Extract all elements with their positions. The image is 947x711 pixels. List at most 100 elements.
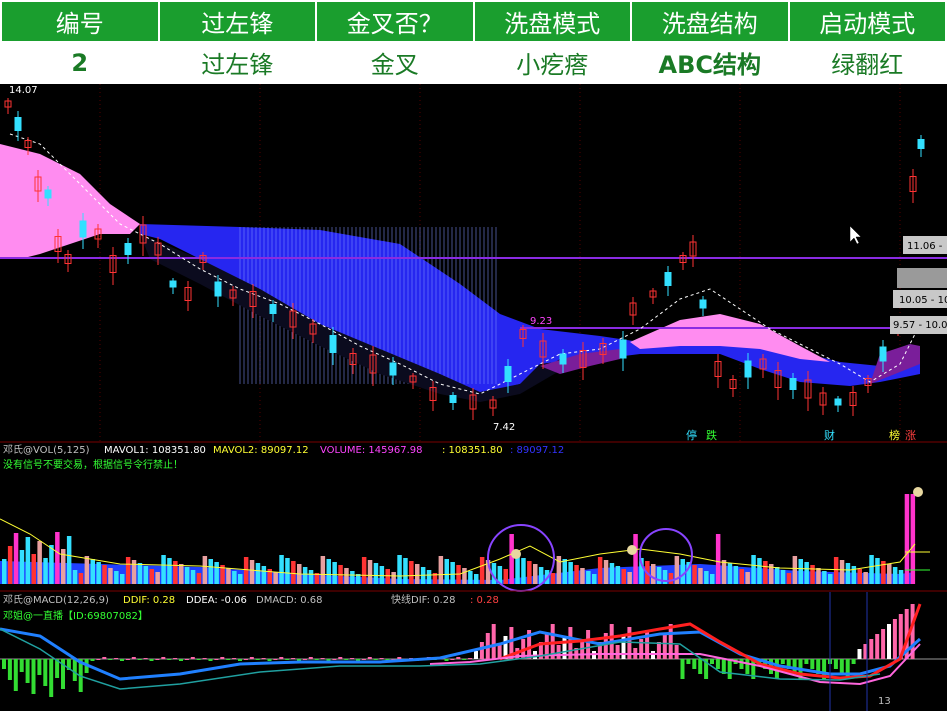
trading-warning: 没有信号不要交易，根据信号令行禁止！: [3, 458, 183, 471]
volume-bar: [515, 555, 520, 584]
macd-bar: [43, 659, 48, 686]
volume-bar: [332, 562, 337, 584]
volume-bar: [533, 564, 538, 584]
volume-bar: [527, 561, 532, 584]
volume-bar: [167, 558, 172, 584]
volume-bar: [898, 570, 904, 584]
macd-bar: [745, 659, 750, 674]
macd-bar: [226, 659, 231, 660]
macd-bar: [202, 658, 207, 659]
volume-bar: [863, 572, 868, 584]
volume-bar: [509, 534, 514, 584]
volume-bar: [774, 567, 780, 584]
volume-bar: [43, 558, 48, 584]
macd-bar: [332, 659, 337, 660]
volume-bar: [108, 568, 113, 584]
volume-bar: [19, 550, 25, 584]
volume-bar: [143, 566, 149, 584]
col-start-mode-value: 绿翻红: [787, 41, 947, 84]
volume-bar: [438, 556, 444, 584]
macd-bar: [881, 629, 886, 659]
volume-bar: [114, 571, 119, 584]
macd-bar: [479, 642, 484, 659]
macd-bar: [102, 657, 107, 659]
macd-bar: [19, 659, 24, 672]
volume-bar: [692, 565, 697, 584]
volume-bar: [196, 573, 202, 584]
macd-panel[interactable]: 邓氏@MACD(12,26,9) DDIF: 0.28 DDEA: -0.06 …: [0, 590, 947, 711]
price-panel[interactable]: 14.07 7.42 9.23 11.06 - 10.05 - 10 9.57 …: [0, 84, 947, 442]
mavol2-label: MAVOL2: 89097.12: [213, 445, 309, 456]
macd-bar: [279, 657, 284, 659]
volume-bar: [72, 570, 78, 584]
volume-bar: [367, 560, 373, 584]
volume-bar: [208, 559, 213, 584]
macd-bar: [857, 649, 862, 659]
price-tag-1: 11.06 -: [907, 241, 943, 252]
volume-bar: [279, 555, 284, 584]
volume-bar: [25, 537, 31, 584]
volume-bar: [603, 560, 609, 584]
volume-bar: [397, 555, 402, 584]
badge-rise: 涨: [905, 429, 916, 442]
volume-bar: [538, 567, 544, 584]
volume-bar: [780, 570, 786, 584]
candle-body: [744, 360, 752, 378]
stock-summary-table: 编号 过左锋 金叉否？ 洗盘模式 洗盘结构 启动模式 2 过左锋 金叉 小疙瘩 …: [0, 0, 947, 84]
summary-value-row: 2 过左锋 金叉 小疙瘩 ABC结构 绿翻红: [0, 41, 947, 84]
macd-bar: [137, 659, 142, 660]
col-pass-left-peak-header: 过左锋: [157, 0, 317, 43]
ddif-label: DDIF: 0.28: [123, 595, 175, 606]
volume-bar: [680, 559, 685, 584]
volume-bar: [580, 568, 585, 584]
volume-bar: [704, 571, 709, 584]
candle-body: [664, 272, 672, 286]
badge-fall: 跌: [706, 428, 717, 442]
macd-bar: [698, 659, 703, 674]
stock-chart[interactable]: 14.07 7.42 9.23 11.06 - 10.05 - 10 9.57 …: [0, 84, 947, 711]
volume-bar: [479, 557, 485, 584]
macd-bar: [7, 659, 12, 680]
dmacd-label: DMACD: 0.68: [256, 595, 323, 606]
volume-bar: [839, 560, 845, 584]
macd-bar: [114, 658, 119, 659]
volume-bar: [627, 572, 632, 584]
volume-bar: [13, 533, 19, 584]
macd-bar: [90, 659, 95, 661]
macd-bar: [497, 645, 502, 659]
macd-bar: [710, 659, 714, 664]
candle-body: [619, 339, 627, 359]
volume-panel[interactable]: 邓氏@VOL(5,125) MAVOL1: 108351.80 MAVOL2: …: [0, 441, 947, 592]
volume-bar: [609, 563, 615, 584]
volume-bar: [285, 558, 290, 584]
volume-bar: [184, 567, 190, 584]
badge-finance: 财: [824, 428, 835, 442]
volume-bar: [238, 574, 243, 584]
volume-bars: [2, 494, 916, 584]
volume-bar: [503, 569, 508, 584]
volume-bar: [161, 555, 166, 584]
badge-stop: 停: [686, 428, 697, 442]
volume-bar: [869, 555, 874, 584]
macd-bar: [249, 657, 254, 659]
volume-bar: [409, 561, 414, 584]
volume-bar: [733, 566, 739, 584]
volume-bar: [149, 569, 154, 584]
vol-indicator-name[interactable]: 邓氏@VOL(5,125): [3, 444, 90, 456]
volume-bar: [379, 566, 385, 584]
volume-bar: [137, 563, 143, 584]
macd-indicator-name[interactable]: 邓氏@MACD(12,26,9): [3, 594, 109, 606]
volume-bar: [426, 570, 432, 584]
macd-extra-label: : 0.28: [470, 595, 499, 606]
volume-bar: [261, 566, 267, 584]
macd-bar: [450, 659, 455, 660]
volume-bar: [173, 561, 178, 584]
volume-bar: [249, 560, 255, 584]
volume-bar: [668, 573, 674, 584]
volume-bar: [857, 569, 862, 584]
price-tag-3: 9.57 - 10.0: [893, 320, 947, 331]
col-start-mode-header: 启动模式: [787, 0, 947, 43]
macd-bar: [179, 659, 183, 661]
macd-bar: [167, 659, 172, 660]
candle-body: [169, 280, 177, 288]
